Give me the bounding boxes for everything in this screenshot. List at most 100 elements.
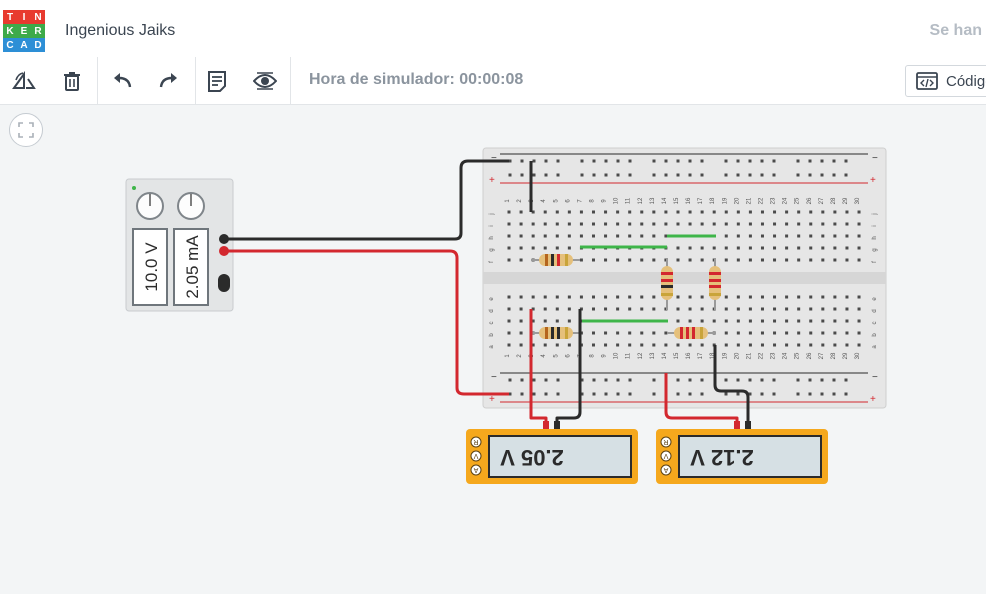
breadboard-hole[interactable] — [579, 246, 583, 250]
breadboard-hole[interactable] — [844, 392, 848, 396]
breadboard-hole[interactable] — [519, 319, 523, 323]
breadboard-hole[interactable] — [543, 258, 547, 262]
breadboard-hole[interactable] — [592, 378, 596, 382]
breadboard-hole[interactable] — [579, 331, 583, 335]
breadboard-hole[interactable] — [676, 222, 680, 226]
breadboard-hole[interactable] — [520, 392, 524, 396]
breadboard-hole[interactable] — [508, 173, 512, 177]
breadboard-hole[interactable] — [543, 295, 547, 299]
breadboard-hole[interactable] — [833, 343, 837, 347]
breadboard-hole[interactable] — [833, 210, 837, 214]
breadboard-hole[interactable] — [543, 343, 547, 347]
breadboard-hole[interactable] — [809, 307, 813, 311]
breadboard-hole[interactable] — [555, 222, 559, 226]
breadboard-hole[interactable] — [833, 258, 837, 262]
breadboard-hole[interactable] — [519, 222, 523, 226]
breadboard-hole[interactable] — [531, 246, 535, 250]
breadboard-hole[interactable] — [688, 319, 692, 323]
breadboard-hole[interactable] — [724, 234, 728, 238]
breadboard-hole[interactable] — [604, 295, 608, 299]
breadboard-hole[interactable] — [604, 392, 608, 396]
breadboard-hole[interactable] — [724, 295, 728, 299]
breadboard-hole[interactable] — [736, 246, 740, 250]
breadboard-hole[interactable] — [640, 246, 644, 250]
breadboard-hole[interactable] — [616, 173, 620, 177]
breadboard-hole[interactable] — [785, 319, 789, 323]
red-wire[interactable] — [664, 373, 739, 424]
breadboard-hole[interactable] — [628, 173, 632, 177]
breadboard-hole[interactable] — [508, 159, 512, 163]
breadboard-hole[interactable] — [616, 258, 620, 262]
breadboard-hole[interactable] — [544, 378, 548, 382]
breadboard-hole[interactable] — [820, 159, 824, 163]
breadboard-hole[interactable] — [688, 210, 692, 214]
breadboard-hole[interactable] — [760, 319, 764, 323]
breadboard-hole[interactable] — [555, 234, 559, 238]
breadboard-hole[interactable] — [628, 258, 632, 262]
breadboard-hole[interactable] — [628, 378, 632, 382]
breadboard-hole[interactable] — [760, 258, 764, 262]
breadboard-hole[interactable] — [591, 234, 595, 238]
breadboard-hole[interactable] — [531, 343, 535, 347]
breadboard-hole[interactable] — [748, 295, 752, 299]
breadboard-hole[interactable] — [652, 319, 656, 323]
breadboard-hole[interactable] — [736, 173, 740, 177]
breadboard-hole[interactable] — [591, 246, 595, 250]
breadboard-hole[interactable] — [724, 159, 728, 163]
mode-a-label[interactable]: A — [473, 466, 478, 473]
breadboard-hole[interactable] — [567, 307, 571, 311]
breadboard-hole[interactable] — [652, 246, 656, 250]
breadboard-hole[interactable] — [760, 234, 764, 238]
breadboard-hole[interactable] — [556, 392, 560, 396]
breadboard-hole[interactable] — [712, 331, 716, 335]
breadboard-hole[interactable] — [567, 222, 571, 226]
breadboard-hole[interactable] — [676, 307, 680, 311]
breadboard-hole[interactable] — [821, 343, 825, 347]
breadboard-hole[interactable] — [688, 258, 692, 262]
breadboard-hole[interactable] — [736, 331, 740, 335]
breadboard-hole[interactable] — [748, 246, 752, 250]
breadboard-hole[interactable] — [809, 331, 813, 335]
multimeter-2[interactable]: 2.12 V R V A — [656, 421, 828, 484]
breadboard-hole[interactable] — [519, 307, 523, 311]
breadboard-hole[interactable] — [556, 378, 560, 382]
breadboard-hole[interactable] — [628, 392, 632, 396]
breadboard-hole[interactable] — [676, 234, 680, 238]
breadboard-hole[interactable] — [604, 307, 608, 311]
breadboard-hole[interactable] — [748, 222, 752, 226]
breadboard-hole[interactable] — [652, 343, 656, 347]
breadboard-hole[interactable] — [833, 319, 837, 323]
breadboard-hole[interactable] — [555, 307, 559, 311]
black-wire[interactable] — [224, 159, 509, 241]
breadboard-hole[interactable] — [736, 307, 740, 311]
breadboard-hole[interactable] — [845, 246, 849, 250]
breadboard-hole[interactable] — [821, 210, 825, 214]
breadboard-hole[interactable] — [833, 307, 837, 311]
breadboard-hole[interactable] — [628, 222, 632, 226]
mode-a-label[interactable]: A — [663, 466, 668, 473]
breadboard-hole[interactable] — [567, 234, 571, 238]
breadboard-hole[interactable] — [604, 246, 608, 250]
visibility-button[interactable] — [249, 65, 281, 97]
breadboard-hole[interactable] — [519, 210, 523, 214]
breadboard-hole[interactable] — [640, 295, 644, 299]
breadboard-hole[interactable] — [688, 378, 692, 382]
breadboard-hole[interactable] — [773, 319, 777, 323]
breadboard-hole[interactable] — [579, 222, 583, 226]
breadboard-hole[interactable] — [700, 159, 704, 163]
breadboard-hole[interactable] — [736, 392, 740, 396]
breadboard-hole[interactable] — [604, 319, 608, 323]
resistor[interactable] — [661, 258, 673, 310]
breadboard-hole[interactable] — [628, 307, 632, 311]
breadboard-hole[interactable] — [797, 307, 801, 311]
breadboard-hole[interactable] — [688, 295, 692, 299]
breadboard-hole[interactable] — [736, 295, 740, 299]
breadboard-hole[interactable] — [604, 378, 608, 382]
breadboard-hole[interactable] — [555, 331, 559, 335]
breadboard-hole[interactable] — [616, 331, 620, 335]
breadboard-hole[interactable] — [616, 210, 620, 214]
resistor[interactable] — [531, 327, 580, 339]
breadboard-hole[interactable] — [809, 222, 813, 226]
current-knob[interactable] — [177, 192, 205, 220]
breadboard-hole[interactable] — [724, 343, 728, 347]
